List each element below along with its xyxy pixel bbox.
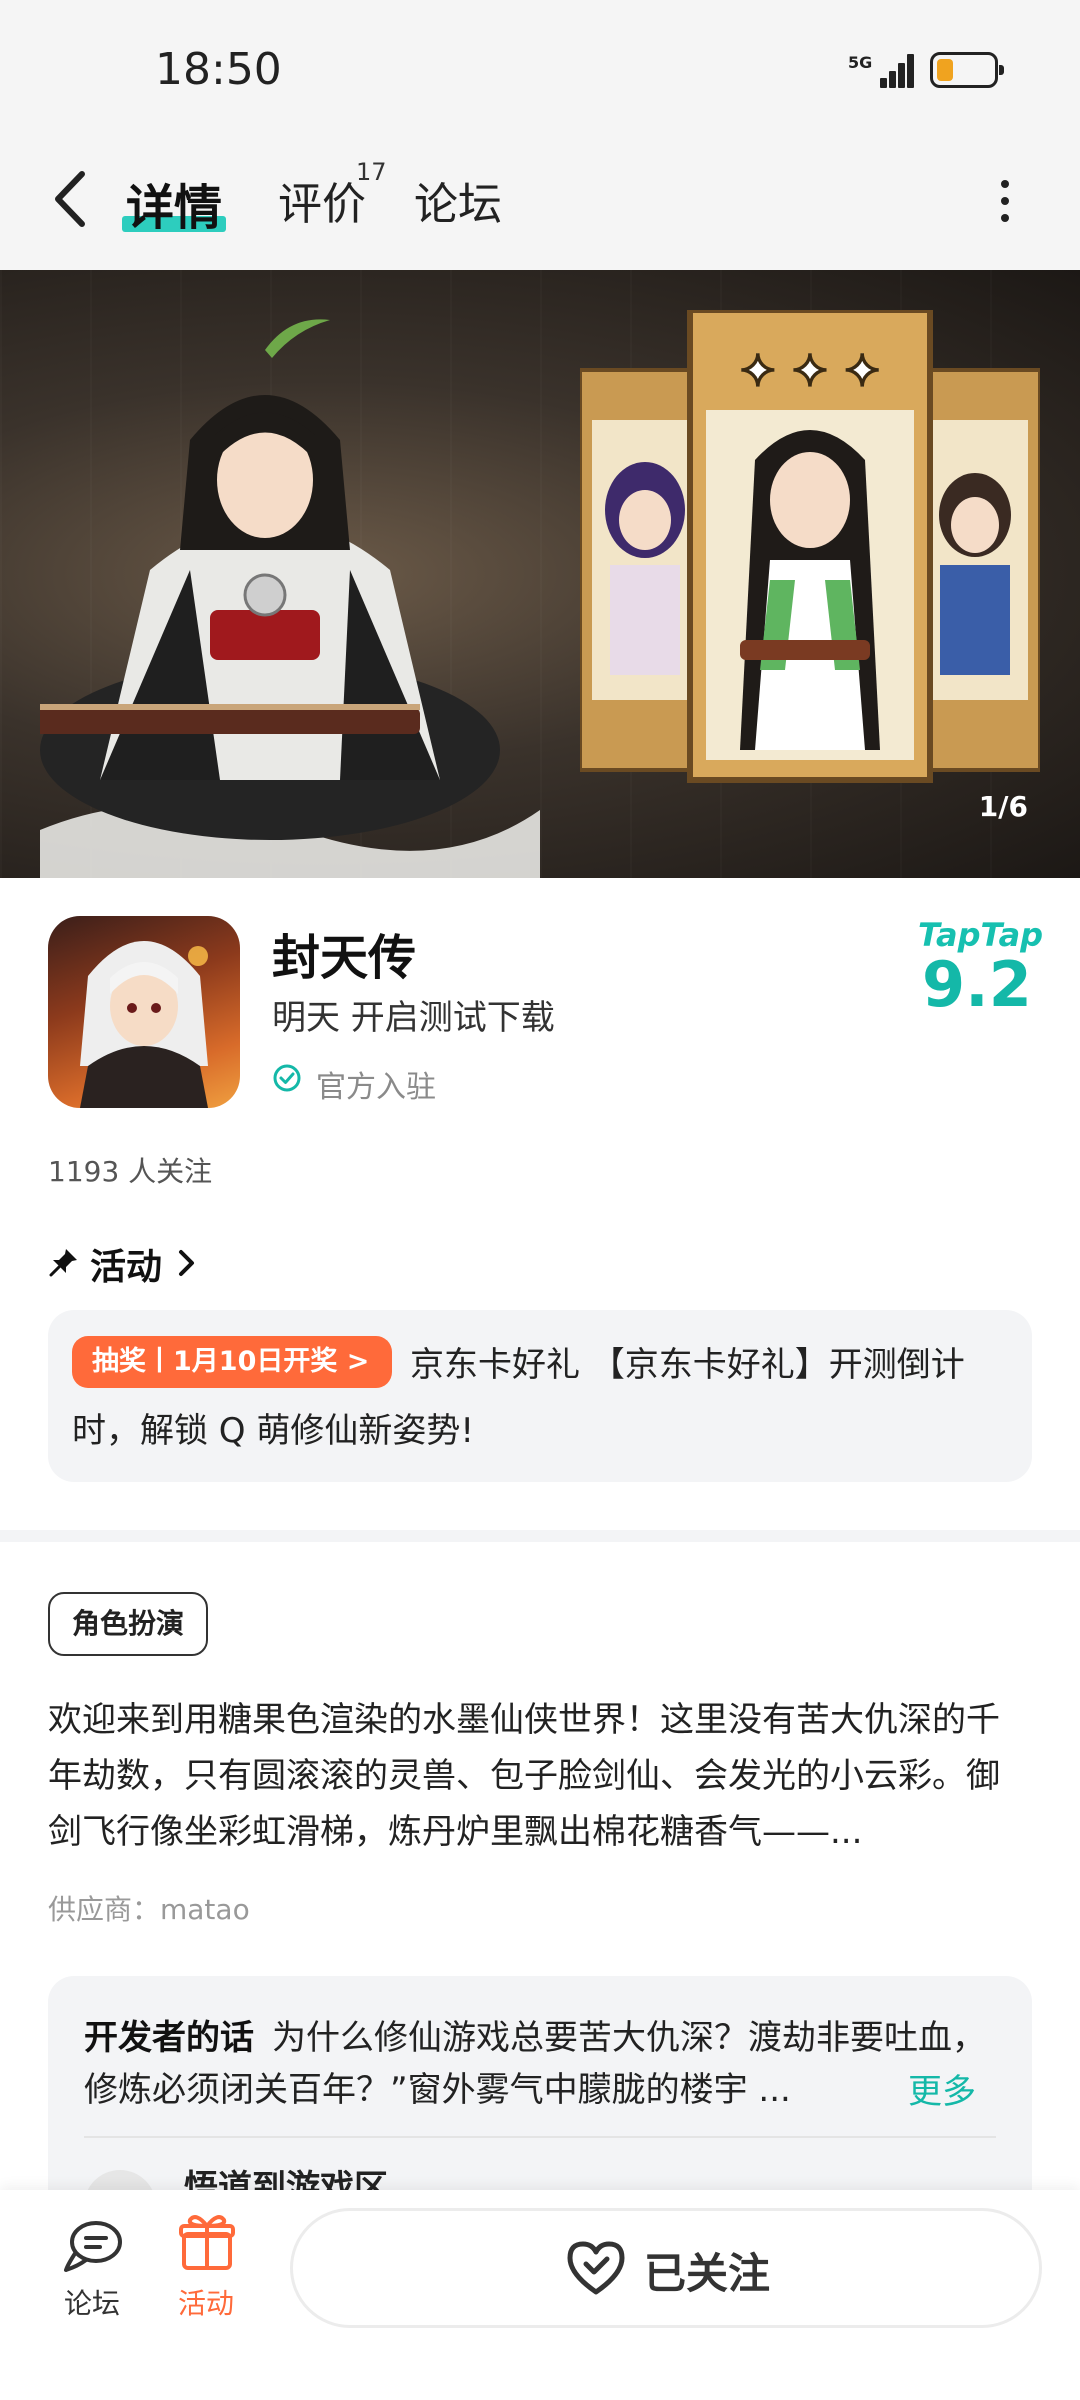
verified-label: 官方入驻 [316, 1070, 436, 1105]
network-label: 5G [848, 53, 873, 72]
forum-icon[interactable] [62, 2218, 124, 2274]
section-divider [0, 1530, 1080, 1542]
banner-character-cards: ✦ ✦ ✦ [580, 310, 1040, 783]
developer-note-label: 开发者的话 [84, 2018, 254, 2058]
signal-icon [880, 54, 916, 88]
status-time: 18:50 [155, 44, 282, 95]
nav-forum-label[interactable]: 论坛 [64, 2282, 120, 2322]
banner-carousel[interactable]: ✦ ✦ ✦ [0, 270, 1080, 878]
tab-review[interactable]: 评价 [278, 168, 366, 232]
back-icon[interactable] [48, 166, 98, 232]
more-link[interactable]: 更多 [902, 2064, 976, 2113]
battery-icon [930, 52, 1004, 88]
heart-check-icon [567, 2241, 625, 2295]
banner-page-counter: 1/6 [978, 790, 1028, 823]
genre-tag[interactable]: 角色扮演 [48, 1592, 209, 1656]
rating-score[interactable]: 9.2 [922, 948, 1032, 1021]
developer-card-divider [84, 2136, 996, 2138]
chevron-right-icon[interactable] [176, 1246, 198, 1280]
game-icon [48, 916, 240, 1108]
game-title: 封天传 [272, 930, 417, 986]
banner-hero-illustration [40, 319, 540, 878]
developer-note: 开发者的话 为什么修仙游戏总要苦大仇深？渡劫非要吐血，修炼必须闭关百年？”窗外雾气… [84, 2012, 996, 2116]
game-description[interactable]: 欢迎来到用糖果色渲染的水墨仙侠世界！这里没有苦大仇深的千年劫数，只有圆滚滚的灵兽… [48, 1692, 1032, 1860]
supplier-label: 供应商：matao [48, 1893, 250, 1926]
verified-check-icon [273, 1064, 301, 1092]
game-subtitle: 明天 开启测试下载 [272, 998, 555, 1038]
battery-fill [937, 59, 954, 81]
more-options-icon[interactable] [990, 176, 1020, 226]
lottery-badge: 抽奖丨1月10日开奖 > [72, 1336, 392, 1388]
follower-count: 1193 人关注 [48, 1155, 213, 1188]
tab-detail[interactable]: 详情 [126, 168, 222, 238]
activity-section-title[interactable]: 活动 [90, 1238, 162, 1290]
follow-button-label[interactable]: 已关注 [644, 2240, 770, 2301]
tab-forum[interactable]: 论坛 [414, 168, 502, 232]
pin-icon [49, 1249, 77, 1277]
gift-icon[interactable] [178, 2212, 236, 2272]
nav-activity-label[interactable]: 活动 [178, 2282, 234, 2322]
svg-text:✦ ✦ ✦: ✦ ✦ ✦ [739, 346, 880, 397]
review-count-badge: 17 [356, 158, 387, 186]
